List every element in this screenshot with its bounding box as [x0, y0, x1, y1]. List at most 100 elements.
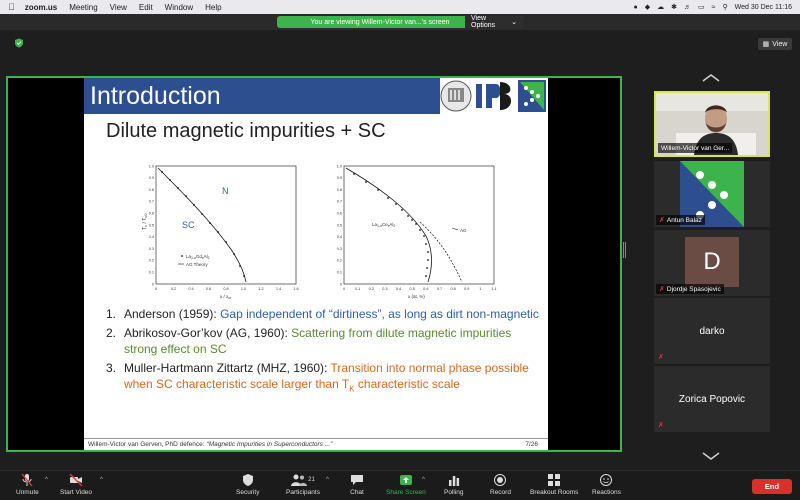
view-options-button[interactable]: View Options ⌄ [465, 15, 523, 29]
avatar: D [685, 237, 739, 287]
x-tick-label: 0.8 [223, 287, 228, 291]
cloud-icon[interactable]: ☁ [657, 3, 664, 11]
data-point [169, 179, 171, 181]
end-meeting-button[interactable]: End [752, 479, 792, 494]
panel-resize-handle[interactable] [623, 242, 626, 258]
muted-mic-icon: ✗ [659, 286, 665, 293]
data-point [217, 231, 219, 233]
x-tick-label: 1 [479, 287, 481, 291]
y-tick-label: 0 [340, 282, 342, 286]
bluetooth-icon[interactable]: ✱ [671, 3, 677, 11]
y-tick-label: 0.4 [337, 235, 342, 239]
footer-author: Willem-Victor van Gerven, PhD defence: [88, 441, 205, 448]
unmute-button[interactable]: Unmute [16, 473, 39, 496]
datetime[interactable]: Wed 30 Dec 11:16 [735, 4, 792, 11]
data-point [185, 195, 187, 197]
start-video-button[interactable]: Start Video [60, 473, 92, 496]
unmute-options-caret[interactable]: ^ [45, 477, 48, 483]
participant-tile[interactable]: D ✗ Djordje Spasojevic [654, 230, 770, 296]
unmute-label: Unmute [16, 489, 39, 496]
breakout-rooms-button[interactable]: Breakout Rooms [530, 473, 578, 496]
participants-label: Participants [286, 489, 320, 496]
record-button[interactable]: Record [490, 473, 511, 496]
view-button-label: View [772, 40, 788, 48]
x-tick-label: 0 [155, 287, 157, 291]
wifi-icon[interactable]: ≈ [712, 4, 716, 11]
menu-window[interactable]: Window [165, 3, 193, 12]
list-number: 1. [106, 307, 117, 321]
volume-icon[interactable]: ♬ [684, 4, 691, 11]
chevron-up-icon[interactable] [700, 72, 722, 84]
shield-icon[interactable] [14, 38, 24, 48]
plot1-legend-dot [181, 255, 183, 257]
plot1-legend-line-label: AG Theory [186, 262, 208, 267]
list-lead: Anderson (1959): [124, 307, 221, 321]
participant-name: Djordje Spasojevic [666, 285, 721, 293]
search-icon[interactable]: ⚲ [723, 3, 728, 11]
dropbox-icon[interactable]: ◆ [645, 3, 650, 11]
plot1-region-sc: SC [182, 220, 195, 230]
x-tick-label: 0.3 [382, 287, 387, 291]
data-point [193, 204, 195, 206]
shared-screen[interactable]: Introduction Dilute magnetic impurities … [6, 76, 622, 452]
plot2-ag-pointer [451, 227, 459, 231]
participant-name-label: ✗ Antun Balaz [656, 215, 705, 225]
participants-button[interactable]: 21 Participants [286, 473, 320, 496]
polling-button[interactable]: Polling [444, 473, 464, 496]
menu-app[interactable]: zoom.us [25, 3, 57, 12]
participant-tile[interactable]: ✗ Antun Balaz [654, 161, 770, 227]
participant-name: Willem-Victor van Ger... [661, 144, 730, 152]
share-banner: You are viewing Willem-Victor van...'s s… [277, 15, 523, 29]
y-tick-label: 0.5 [337, 223, 342, 227]
x-tick-label: 0 [343, 287, 345, 291]
list-desc-tail: characteristic scale [354, 377, 460, 391]
participant-tile[interactable]: darko ✗ [654, 298, 770, 364]
y-tick-label: 0.8 [337, 188, 342, 192]
share-options-caret[interactable]: ^ [422, 477, 425, 483]
y-tick-label: 0.6 [337, 212, 342, 216]
data-point [353, 173, 355, 175]
menu-meeting[interactable]: Meeting [69, 3, 97, 12]
participant-tile-active[interactable]: Willem-Victor van Ger... [654, 91, 770, 157]
slide-figures: Tc / Tc0 0 0.1 0.2 0.3 0.4 0.5 0.6 0.7 0.8 0.9 1.0… [142, 164, 497, 300]
y-tick-label: 1.0 [337, 164, 342, 168]
plot1-legend-points: La1-xGdxAl2 [186, 254, 210, 260]
slide-footer: Willem-Victor van Gerven, PhD defence: “… [84, 438, 548, 450]
chat-button[interactable]: Chat [350, 473, 364, 496]
share-screen-button[interactable]: Share Screen [386, 473, 426, 496]
list-text: Abrikosov-Gor’kov (AG, 1960): Scattering… [124, 325, 546, 357]
status-icon[interactable]: ● [634, 4, 638, 11]
mic-muted-icon [21, 473, 33, 487]
battery-icon[interactable]: ▭ [698, 3, 705, 11]
slide-title: Introduction [90, 82, 221, 110]
breakout-label: Breakout Rooms [530, 489, 579, 496]
list-lead: Abrikosov-Gor’kov (AG, 1960): [124, 326, 292, 340]
view-options-label: View Options [471, 15, 496, 29]
data-point [419, 229, 421, 231]
apple-icon[interactable]:  [8, 2, 15, 12]
video-options-caret[interactable]: ^ [100, 477, 103, 483]
chevron-down-icon[interactable] [700, 450, 722, 462]
plot2-series-label: La1-xCexAl2 [372, 222, 395, 228]
list-text: Anderson (1959): Gap independent of “dir… [124, 306, 539, 322]
menu-help[interactable]: Help [205, 3, 221, 12]
reactions-button[interactable]: Reactions [592, 473, 621, 496]
y-tick-label: 0.3 [149, 247, 154, 251]
menu-edit[interactable]: Edit [139, 3, 153, 12]
x-tick-label: 0.8 [450, 287, 455, 291]
menu-view[interactable]: View [110, 3, 127, 12]
plot2-xlabel: x (at. %) [408, 294, 425, 299]
x-tick-label: 0.9 [464, 287, 469, 291]
list-number: 2. [106, 326, 117, 340]
participant-name: Zorica Popovic [678, 393, 746, 405]
share-screen-icon [399, 475, 412, 485]
record-icon [494, 474, 507, 486]
view-button[interactable]: ▦ View [758, 38, 792, 50]
participants-options-caret[interactable]: ^ [326, 477, 329, 483]
plot2-xticks: 0 0.1 0.2 0.3 0.4 0.5 0.6 0.7 0.8 0.9 1 1.1 [343, 287, 497, 291]
participant-tile[interactable]: Zorica Popovic ✗ [654, 366, 770, 432]
security-button[interactable]: Security [236, 473, 259, 496]
data-point [233, 253, 235, 255]
plot1-region-n: N [222, 186, 229, 196]
x-tick-label: 0.1 [355, 287, 360, 291]
